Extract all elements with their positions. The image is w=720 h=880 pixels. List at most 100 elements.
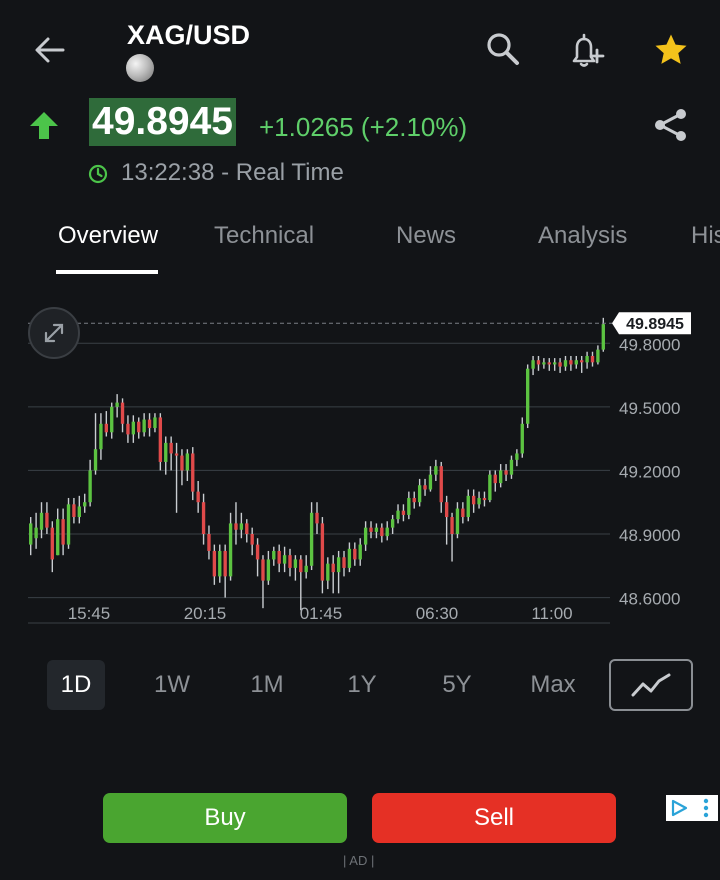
candle-body [66,504,71,545]
candle-body [196,491,200,503]
candle [353,542,357,566]
candle [450,512,454,562]
y-tick-label: 48.6000 [619,590,680,609]
candle [164,436,168,475]
candle [277,544,281,573]
candle-body [326,563,330,581]
candle [504,464,508,482]
candle-body [250,533,254,545]
candle-body [401,510,406,515]
ad-choices-icon[interactable] [666,795,718,821]
candle-body [504,470,508,475]
candle [66,497,71,549]
range-1y[interactable]: 1Y [332,660,392,710]
candle-body [434,466,438,475]
candle [137,417,141,439]
candle-body [207,533,211,551]
candle-body [304,565,308,573]
candle-body [444,502,449,518]
candle-body [390,519,395,528]
candle-body [347,548,352,568]
candle-body [180,455,184,471]
last-price-badge-label: 49.8945 [626,316,684,333]
candle-body [147,419,152,429]
candle-body [601,324,605,350]
range-1m[interactable]: 1M [237,660,297,710]
candle-body [417,485,422,503]
candle-body [266,559,271,581]
back-arrow-icon[interactable] [30,30,70,70]
candle-body [191,453,195,492]
candle [525,364,530,429]
star-icon[interactable] [652,31,690,69]
candle-body [185,453,190,471]
candle-body [342,557,346,568]
candle [207,525,211,560]
candle [228,512,233,581]
candle-body [61,519,65,545]
share-icon[interactable] [652,106,690,144]
candle-body [520,423,524,454]
candle [412,491,416,509]
candle-body [428,474,433,490]
candle [39,502,44,539]
range-5y[interactable]: 5Y [427,660,487,710]
chart-type-button[interactable] [609,659,693,711]
x-tick-label: 20:15 [184,604,227,623]
candle-body [450,517,454,534]
range-1w[interactable]: 1W [142,660,202,710]
candle-body [353,548,357,560]
candle [180,449,184,486]
candle [131,415,136,443]
candle [407,491,411,520]
candle [315,502,319,534]
price-chart[interactable]: 48.6000 48.9000 49.2000 49.5000 49.8000 15:45… [0,295,720,635]
candle-body [45,512,49,528]
range-1d[interactable]: 1D [47,660,105,710]
candle-body [110,406,114,433]
range-max[interactable]: Max [520,660,586,710]
candle-body [115,402,119,407]
candle [299,555,303,611]
candle [218,544,222,583]
candle [326,557,330,590]
x-tick-label: 06:30 [416,604,459,623]
x-tick-label: 11:00 [531,604,572,623]
candle-body [72,504,76,518]
candle-body [488,474,492,501]
tab-analysis[interactable]: Analysis [538,222,627,250]
candle [390,514,395,534]
candle [558,358,562,373]
buy-button[interactable]: Buy [103,793,347,843]
tab-technical[interactable]: Technical [214,222,314,250]
candle-body [77,506,81,518]
candle-body [277,550,281,564]
candle [245,519,249,543]
candle [126,415,130,443]
sell-button[interactable]: Sell [372,793,616,843]
candle-body [482,497,487,501]
candle-body [158,417,163,462]
tab-news[interactable]: News [396,222,456,250]
candle [288,548,292,577]
expand-chart-button[interactable] [28,307,80,359]
candle [212,544,217,585]
candle-body [131,421,136,435]
tab-overview[interactable]: Overview [58,222,158,250]
y-tick-label: 48.9000 [619,526,680,545]
candle [531,355,535,376]
candle-body [553,362,557,365]
tab-historical[interactable]: His [691,222,720,250]
candle-body [153,417,157,429]
candle-body [39,512,44,530]
candle-body [50,527,54,560]
candle [169,436,173,471]
add-alert-icon[interactable] [566,30,606,70]
candle [542,358,546,369]
search-icon[interactable] [484,30,522,68]
candle-body [466,495,470,518]
candle-body [299,559,303,573]
candle-body [525,368,530,424]
active-tab-indicator [56,270,158,274]
candle-body [493,474,497,484]
